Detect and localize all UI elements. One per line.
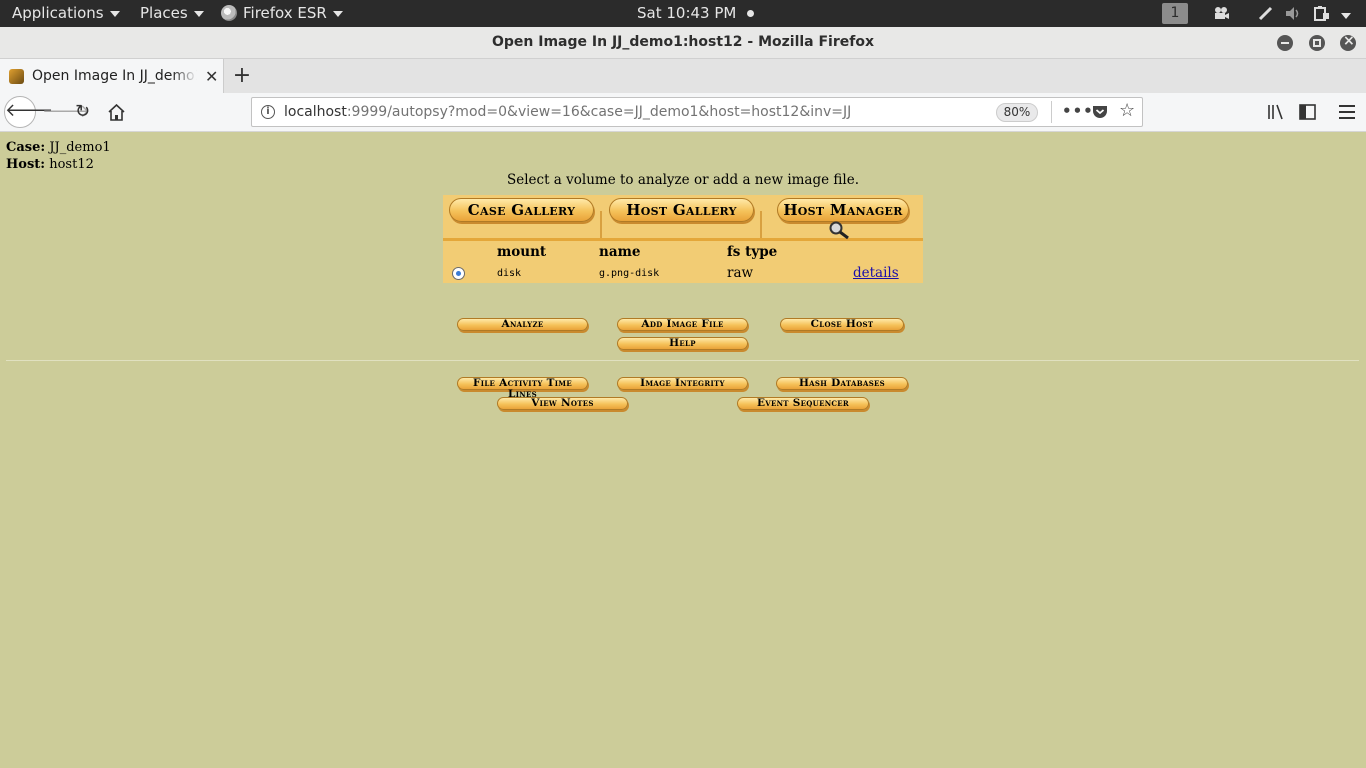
- volume-table: mount name fs type disk g.png-disk raw d…: [443, 241, 923, 283]
- hamburger-menu-icon[interactable]: [1339, 105, 1355, 119]
- instruction-text: Select a volume to analyze or add a new …: [506, 172, 860, 188]
- analyze-button[interactable]: Analyze: [457, 318, 588, 331]
- workspace-indicator[interactable]: 1: [1162, 3, 1188, 24]
- volume-icon[interactable]: [1285, 6, 1301, 21]
- maximize-button[interactable]: [1309, 35, 1325, 51]
- system-top-bar: Applications Places Firefox ESR Sat 10:4…: [0, 0, 1366, 27]
- add-image-file-button[interactable]: Add Image File: [617, 318, 748, 331]
- page-content: Case: JJ_demo1 Host: host12 Select a vol…: [0, 132, 1366, 768]
- autopsy-favicon-icon: [9, 68, 24, 84]
- gallery-panel: Case Gallery Host Gallery Host Manager: [443, 195, 923, 241]
- url-separator: [1051, 101, 1052, 123]
- window-title: Open Image In JJ_demo1:host12 - Mozilla …: [492, 34, 874, 50]
- event-sequencer-button[interactable]: Event Sequencer: [737, 397, 869, 410]
- horizontal-divider: [6, 360, 1359, 361]
- chevron-down-icon: [332, 11, 343, 17]
- help-button[interactable]: Help: [617, 337, 748, 350]
- library-icon[interactable]: [1267, 104, 1285, 120]
- hash-databases-button[interactable]: Hash Databases: [776, 377, 908, 390]
- case-gallery-button[interactable]: Case Gallery: [449, 198, 594, 222]
- places-label: Places: [140, 4, 188, 22]
- close-host-button[interactable]: Close Host: [780, 318, 904, 331]
- tab-strip: Open Image In JJ_demo1:host12 ✕ +: [0, 59, 1366, 93]
- host-manager-button[interactable]: Host Manager: [777, 198, 909, 222]
- battery-icon[interactable]: [1313, 6, 1329, 21]
- video-camera-icon[interactable]: [1213, 6, 1229, 21]
- host-label: Host:: [6, 157, 46, 172]
- file-activity-time-lines-button[interactable]: File Activity Time Lines: [457, 377, 588, 400]
- minimize-button[interactable]: [1277, 35, 1293, 51]
- home-button[interactable]: [108, 104, 125, 121]
- pocket-icon[interactable]: [1092, 104, 1108, 120]
- close-tab-icon[interactable]: ✕: [205, 67, 218, 86]
- url-path: :9999/autopsy?mod=0&view=16&case=JJ_demo…: [346, 104, 852, 120]
- new-tab-button[interactable]: +: [230, 63, 254, 88]
- magnifier-icon: [829, 221, 849, 240]
- applications-label: Applications: [12, 4, 104, 22]
- host-gallery-button[interactable]: Host Gallery: [609, 198, 754, 222]
- case-info: Case: JJ_demo1 Host: host12: [6, 139, 111, 173]
- reload-button[interactable]: ↻: [75, 101, 90, 122]
- row-name: g.png-disk: [599, 268, 660, 279]
- notification-dot-icon: [747, 9, 755, 17]
- row-fs-type: raw: [727, 265, 754, 281]
- url-bar[interactable]: i localhost:9999/autopsy?mod=0&view=16&c…: [251, 97, 1143, 127]
- places-menu[interactable]: Places: [140, 4, 204, 22]
- row-mount: disk: [497, 268, 522, 279]
- firefox-icon: [221, 5, 237, 21]
- sidebar-icon[interactable]: [1299, 104, 1316, 120]
- clock-label: Sat 10:43 PM: [637, 4, 737, 22]
- view-notes-button[interactable]: View Notes: [497, 397, 628, 410]
- column-header-fs-type: fs type: [727, 244, 778, 260]
- gallery-divider: [760, 211, 762, 238]
- case-value: JJ_demo1: [49, 140, 111, 155]
- back-button[interactable]: 🡐: [4, 96, 53, 128]
- clock[interactable]: Sat 10:43 PM: [637, 4, 755, 22]
- column-header-mount: mount: [497, 244, 547, 260]
- firefox-app-menu[interactable]: Firefox ESR: [221, 4, 343, 22]
- image-integrity-button[interactable]: Image Integrity: [617, 377, 748, 390]
- url-host: localhost: [284, 104, 347, 120]
- system-menu-chevron-icon[interactable]: [1341, 13, 1351, 19]
- url-text[interactable]: localhost:9999/autopsy?mod=0&view=16&cas…: [284, 104, 851, 120]
- details-link[interactable]: details: [853, 265, 899, 281]
- tab-active[interactable]: Open Image In JJ_demo1:host12 ✕: [0, 59, 224, 93]
- site-info-icon[interactable]: i: [261, 105, 275, 119]
- host-value: host12: [49, 157, 94, 172]
- chevron-down-icon: [109, 11, 120, 17]
- column-header-name: name: [599, 244, 641, 260]
- volume-radio-button[interactable]: [452, 267, 465, 280]
- pen-icon[interactable]: [1258, 6, 1274, 21]
- zoom-level-badge[interactable]: 80%: [996, 103, 1038, 122]
- case-label: Case:: [6, 140, 46, 155]
- navigation-bar: 🡐 🡒 ↻ i localhost:9999/autopsy?mod=0&vie…: [0, 93, 1366, 132]
- bookmark-star-icon[interactable]: ☆: [1119, 100, 1135, 121]
- firefox-app-label: Firefox ESR: [243, 4, 327, 22]
- window-title-bar: Open Image In JJ_demo1:host12 - Mozilla …: [0, 27, 1366, 59]
- gallery-divider: [600, 211, 602, 238]
- tab-label: Open Image In JJ_demo1:host12: [32, 68, 197, 84]
- page-actions-icon[interactable]: •••: [1062, 102, 1094, 120]
- applications-menu[interactable]: Applications: [12, 4, 120, 22]
- close-window-button[interactable]: [1340, 33, 1356, 51]
- chevron-down-icon: [193, 11, 204, 17]
